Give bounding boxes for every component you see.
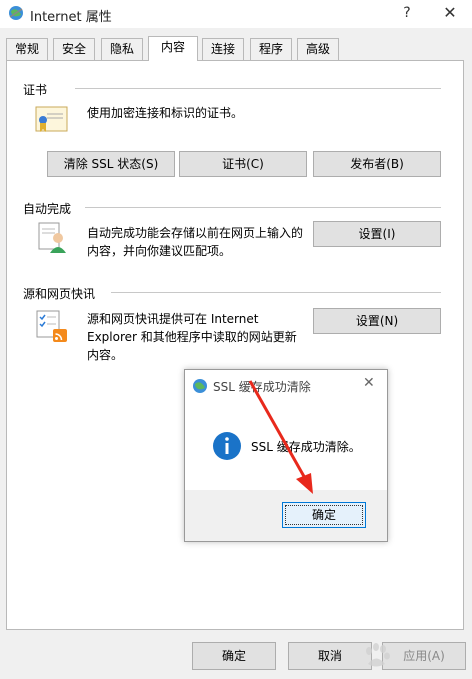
tab-security[interactable]: 安全 <box>53 38 95 60</box>
dialog-message: SSL 缓存成功清除。 <box>251 440 361 454</box>
clear-ssl-state-button[interactable]: 清除 SSL 状态(S) <box>47 151 175 177</box>
help-button[interactable]: ? <box>397 3 417 23</box>
certificates-button[interactable]: 证书(C) <box>179 151 307 177</box>
internet-options-icon <box>9 6 23 20</box>
tab-content[interactable]: 内容 <box>148 36 198 61</box>
content-panel: 证书 使用加密连接和标识的证书。 清除 SSL 状态(S) 证书(C) 发布者(… <box>6 60 464 630</box>
feeds-description-line2: Explorer 和其他程序中读取的网站更新 <box>87 330 297 344</box>
tab-programs[interactable]: 程序 <box>250 38 292 60</box>
publishers-button[interactable]: 发布者(B) <box>313 151 441 177</box>
ssl-cleared-dialog: SSL 缓存成功清除 ✕ SSL 缓存成功清除。 确定 <box>184 369 388 542</box>
close-button[interactable]: ✕ <box>438 3 462 23</box>
feeds-settings-button[interactable]: 设置(N) <box>313 308 441 334</box>
autocomplete-settings-button[interactable]: 设置(I) <box>313 221 441 247</box>
feeds-title: 源和网页快讯 <box>23 287 96 301</box>
certificate-icon <box>35 106 68 132</box>
window-title: Internet 属性 <box>30 10 112 25</box>
info-icon <box>213 432 241 460</box>
dialog-close-button[interactable]: ✕ <box>363 375 375 391</box>
dialog-title: SSL 缓存成功清除 <box>213 380 311 394</box>
title-bar: Internet 属性 ? ✕ <box>0 0 472 28</box>
tab-advanced[interactable]: 高级 <box>297 38 339 60</box>
dialog-ok-button[interactable]: 确定 <box>282 502 366 528</box>
tab-general[interactable]: 常规 <box>6 38 48 60</box>
baidu-watermark <box>360 640 464 673</box>
tab-privacy[interactable]: 隐私 <box>101 38 143 60</box>
certificates-divider <box>75 88 441 89</box>
ok-button[interactable]: 确定 <box>192 642 276 670</box>
tab-connections[interactable]: 连接 <box>202 38 244 60</box>
autocomplete-description-line2: 内容，并向你建议匹配项。 <box>87 244 232 258</box>
certificates-title: 证书 <box>23 83 48 97</box>
feeds-divider <box>111 292 441 293</box>
dialog-app-icon <box>193 379 207 393</box>
certificates-description: 使用加密连接和标识的证书。 <box>87 106 244 120</box>
autocomplete-description-line1: 自动完成功能会存储以前在网页上输入的 <box>87 226 304 240</box>
feeds-description-line1: 源和网页快讯提供可在 Internet <box>87 312 259 326</box>
feeds-icon <box>36 310 67 342</box>
dialog-footer: 确定 <box>185 490 387 541</box>
autocomplete-icon <box>38 222 66 253</box>
feeds-description-line3: 内容。 <box>87 348 124 362</box>
autocomplete-divider <box>85 207 441 208</box>
autocomplete-title: 自动完成 <box>23 202 72 216</box>
baidu-logo-icon <box>366 643 390 667</box>
